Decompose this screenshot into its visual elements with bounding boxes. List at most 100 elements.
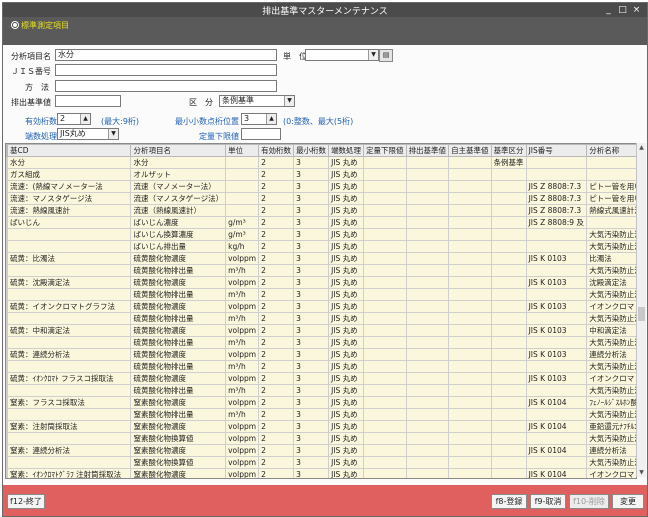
table-cell[interactable]: 亜鉛還元ﾅﾌﾁﾙｴﾁﾚﾝｼﾞｱﾐﾝ吸 xyxy=(586,420,636,433)
table-cell[interactable] xyxy=(448,264,492,277)
table-cell[interactable]: 硫黄酸化物濃度 xyxy=(130,324,227,337)
table-cell[interactable] xyxy=(525,168,588,181)
table-cell[interactable] xyxy=(363,228,407,241)
table-cell[interactable] xyxy=(448,192,492,205)
table-cell[interactable]: volppm xyxy=(225,324,260,337)
table-cell[interactable]: 硫黄酸化物濃度 xyxy=(130,300,227,313)
table-cell[interactable] xyxy=(405,420,450,433)
table-cell[interactable]: JIS 丸め xyxy=(328,396,365,409)
table-cell[interactable] xyxy=(525,240,588,253)
table-cell[interactable]: 沈殿滴定法 xyxy=(586,276,636,289)
table-cell[interactable] xyxy=(363,312,407,325)
table-cell[interactable]: 3 xyxy=(293,396,330,409)
table-cell[interactable] xyxy=(405,396,450,409)
table-cell[interactable] xyxy=(525,336,588,349)
table-cell[interactable]: JIS Z 8808:7.3 xyxy=(525,180,588,193)
close-icon[interactable]: × xyxy=(631,5,642,15)
table-cell[interactable]: 3 xyxy=(293,276,330,289)
table-cell[interactable] xyxy=(225,180,260,193)
table-cell[interactable] xyxy=(363,216,407,229)
table-cell[interactable]: JIS 丸め xyxy=(328,432,365,445)
table-cell[interactable]: m³/h xyxy=(225,408,260,421)
table-cell[interactable]: 硫黄酸化物濃度 xyxy=(130,276,227,289)
table-cell[interactable]: JIS K 0104 xyxy=(525,444,588,457)
mode-radio[interactable] xyxy=(11,21,19,29)
table-cell[interactable]: JIS K 0103 xyxy=(525,300,588,313)
table-cell[interactable]: 硫黄：ｲｵﾝｸﾛﾏﾄ フラスコ採取法 xyxy=(6,372,132,385)
column-header[interactable]: 単位 xyxy=(225,144,260,157)
table-cell[interactable]: volppm xyxy=(225,372,260,385)
table-cell[interactable] xyxy=(490,180,527,193)
table-cell[interactable] xyxy=(448,336,492,349)
table-cell[interactable] xyxy=(363,324,407,337)
table-cell[interactable]: 2 xyxy=(258,156,295,169)
table-cell[interactable]: 3 xyxy=(293,228,330,241)
table-cell[interactable]: 大気汚染防止法施行規則 xyxy=(586,456,636,469)
table-row[interactable]: 窒素酸化物排出量m³/h23JIS 丸め 大気汚染防止法施行規則 xyxy=(6,408,636,421)
table-cell[interactable] xyxy=(490,216,527,229)
shosu-spinner[interactable]: 3 ▲ xyxy=(241,113,277,125)
table-cell[interactable] xyxy=(448,444,492,457)
haishutsu-input[interactable] xyxy=(55,95,121,107)
kubun-select[interactable]: 条例基準 ▼ xyxy=(219,95,295,107)
table-cell[interactable] xyxy=(525,384,588,397)
table-row[interactable]: 流速：(熱線マノメーター法 流速（マノメーター法） 2 3 JIS 丸め JIS Z 88… xyxy=(6,180,636,193)
table-cell[interactable] xyxy=(525,456,588,469)
table-cell[interactable] xyxy=(405,156,450,169)
table-cell[interactable] xyxy=(448,216,492,229)
table-cell[interactable] xyxy=(363,432,407,445)
table-cell[interactable] xyxy=(525,264,588,277)
table-cell[interactable] xyxy=(363,336,407,349)
table-cell[interactable]: 熱線式風速計法 xyxy=(586,204,636,217)
table-cell[interactable] xyxy=(363,192,407,205)
table-cell[interactable]: 2 xyxy=(258,228,295,241)
table-cell[interactable]: 2 xyxy=(258,360,295,373)
table-cell[interactable]: 3 xyxy=(293,204,330,217)
table-cell[interactable] xyxy=(363,204,407,217)
maximize-icon[interactable]: □ xyxy=(617,5,628,15)
table-cell[interactable] xyxy=(525,288,588,301)
table-cell[interactable] xyxy=(448,420,492,433)
table-cell[interactable]: JIS 丸め xyxy=(328,360,365,373)
table-cell[interactable] xyxy=(405,468,450,478)
table-row[interactable]: 硫黄酸化物排出量m³/h23JIS 丸め 大気汚染防止法施行規則 xyxy=(6,384,636,397)
table-row[interactable]: 硫黄酸化物排出量m³/h23JIS 丸め 大気汚染防止法施行規則 xyxy=(6,336,636,349)
table-cell[interactable]: 硫黄酸化物濃度 xyxy=(130,372,227,385)
table-cell[interactable]: 2 xyxy=(258,216,295,229)
table-cell[interactable]: JIS K 0104 xyxy=(525,468,588,478)
table-cell[interactable]: volppm xyxy=(225,300,260,313)
table-cell[interactable] xyxy=(363,384,407,397)
table-row[interactable]: 硫黄：比濁法 硫黄酸化物濃度 volppm 2 3 JIS 丸め JIS K 0103 比濁法 xyxy=(6,252,636,265)
table-cell[interactable]: JIS 丸め xyxy=(328,408,365,421)
table-cell[interactable]: 大気汚染防止法施行規則 xyxy=(586,312,636,325)
table-cell[interactable] xyxy=(6,240,132,253)
tani-select[interactable]: ▼ xyxy=(305,49,379,61)
table-cell[interactable] xyxy=(490,264,527,277)
table-cell[interactable]: JIS 丸め xyxy=(328,216,365,229)
table-cell[interactable]: 硫黄酸化物排出量 xyxy=(130,384,227,397)
chevron-down-icon[interactable]: ▼ xyxy=(368,50,378,60)
table-cell[interactable]: 窒素酸化物濃度 xyxy=(130,420,227,433)
table-cell[interactable]: JIS 丸め xyxy=(328,372,365,385)
table-cell[interactable] xyxy=(405,360,450,373)
table-cell[interactable]: 流速（マノスタゲージ法） xyxy=(130,192,227,205)
table-cell[interactable] xyxy=(405,216,450,229)
table-row[interactable]: ばいじん換算濃度g/m³23JIS 丸め 大気汚染防止法施行規則 xyxy=(6,228,636,241)
table-cell[interactable]: JIS 丸め xyxy=(328,240,365,253)
column-header[interactable]: 基準区分 xyxy=(490,144,527,157)
table-cell[interactable]: JIS 丸め xyxy=(328,168,365,181)
table-cell[interactable]: volppm xyxy=(225,432,260,445)
table-cell[interactable]: 水分 xyxy=(130,156,227,169)
table-cell[interactable]: 硫黄酸化物排出量 xyxy=(130,360,227,373)
table-row[interactable]: 窒素：連続分析法 窒素酸化物濃度 volppm 2 3 JIS 丸め JIS K 0104 連… xyxy=(6,444,636,457)
table-cell[interactable]: 3 xyxy=(293,432,330,445)
table-cell[interactable]: JIS 丸め xyxy=(328,420,365,433)
table-cell[interactable]: JIS 丸め xyxy=(328,312,365,325)
table-cell[interactable]: 硫黄酸化物排出量 xyxy=(130,288,227,301)
table-cell[interactable] xyxy=(6,360,132,373)
table-cell[interactable] xyxy=(586,216,636,229)
table-cell[interactable]: 硫黄酸化物排出量 xyxy=(130,312,227,325)
table-cell[interactable] xyxy=(448,288,492,301)
table-cell[interactable] xyxy=(6,288,132,301)
table-row[interactable]: 硫黄：沈殿滴定法 硫黄酸化物濃度 volppm 2 3 JIS 丸め JIS K 0103 沈… xyxy=(6,276,636,289)
